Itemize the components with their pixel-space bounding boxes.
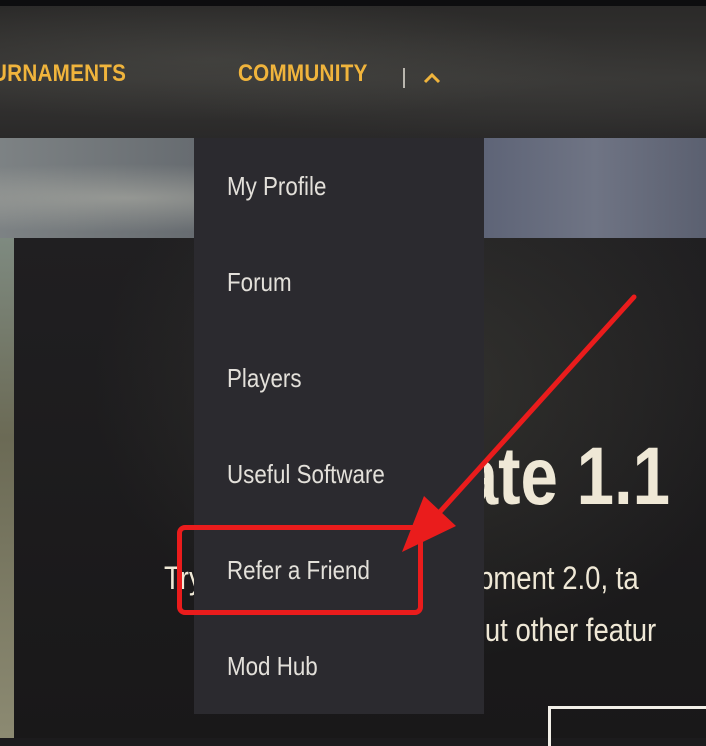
menu-item-label: Useful Software bbox=[227, 459, 385, 489]
hero-cta-button[interactable] bbox=[548, 706, 706, 746]
menu-item-label: Mod Hub bbox=[227, 651, 318, 681]
annotation-highlight-box bbox=[177, 525, 423, 615]
chevron-up-icon[interactable] bbox=[422, 66, 442, 90]
menu-item-useful-software[interactable]: Useful Software bbox=[194, 426, 484, 522]
menu-item-my-profile[interactable]: My Profile bbox=[194, 138, 484, 234]
menu-item-forum[interactable]: Forum bbox=[194, 234, 484, 330]
menu-item-mod-hub[interactable]: Mod Hub bbox=[194, 618, 484, 714]
hero-side-image bbox=[0, 238, 14, 738]
menu-item-players[interactable]: Players bbox=[194, 330, 484, 426]
menu-item-label: Players bbox=[227, 363, 302, 393]
menu-item-label: My Profile bbox=[227, 171, 327, 201]
nav-community[interactable]: COMMUNITY bbox=[238, 60, 368, 88]
hero-banner-image-right bbox=[484, 138, 706, 238]
community-dropdown-menu: My Profile Forum Players Useful Software… bbox=[194, 138, 484, 714]
nav-divider bbox=[403, 68, 405, 88]
nav-tournaments[interactable]: URNAMENTS bbox=[0, 60, 126, 88]
header-nav: URNAMENTS COMMUNITY bbox=[0, 6, 706, 138]
menu-item-label: Forum bbox=[227, 267, 292, 297]
